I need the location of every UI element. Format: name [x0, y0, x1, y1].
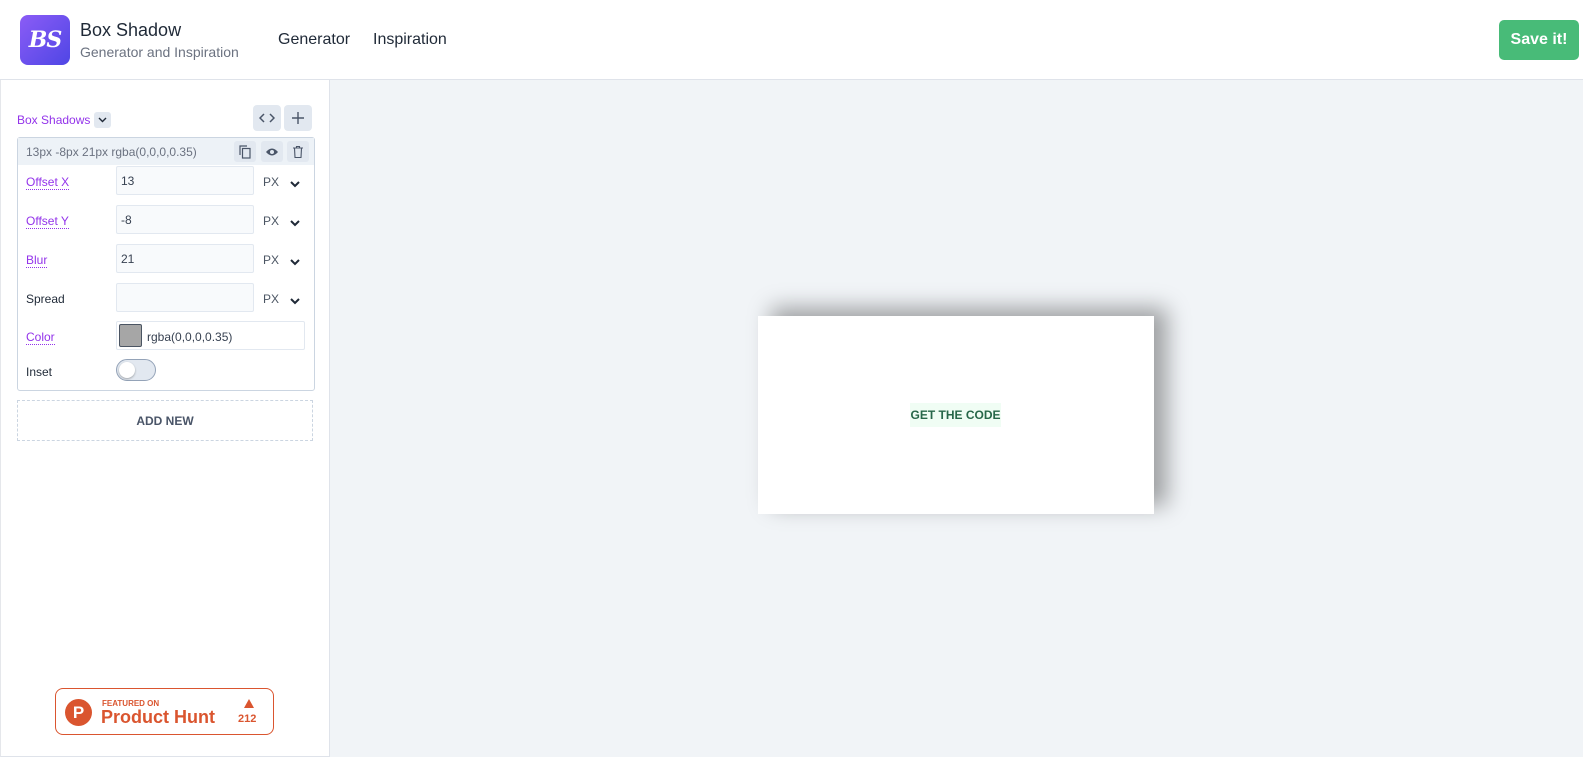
copy-icon[interactable] — [234, 141, 256, 162]
chevron-down-icon[interactable] — [94, 112, 112, 128]
chevron-down-icon[interactable] — [290, 214, 300, 232]
code-view-button[interactable] — [253, 105, 281, 131]
box-shadows-label: Box Shadows — [17, 113, 91, 127]
sidebar: Box Shadows 13px -8px 21px rgba(0,0,0,0.… — [0, 80, 330, 757]
spread-unit[interactable]: PX — [263, 292, 279, 306]
nav-inspiration[interactable]: Inspiration — [373, 31, 447, 49]
spread-label: Spread — [26, 292, 65, 306]
chevron-down-icon[interactable] — [290, 292, 300, 310]
offset-y-unit[interactable]: PX — [263, 214, 279, 228]
color-input[interactable]: rgba(0,0,0,0.35) — [116, 321, 305, 350]
save-button[interactable]: Save it! — [1499, 20, 1579, 60]
brand-title: Box Shadow — [80, 20, 182, 40]
shadow-summary: 13px -8px 21px rgba(0,0,0,0.35) — [26, 145, 197, 159]
offset-y-label: Offset Y — [26, 214, 69, 229]
preview-canvas: GET THE CODE — [330, 80, 1583, 757]
app-header: BS Box Shadow Generator and Inspiration … — [0, 0, 1583, 80]
product-hunt-badge[interactable]: P FEATURED ON Product Hunt 212 — [55, 688, 274, 735]
eye-icon[interactable] — [261, 141, 283, 162]
box-shadows-dropdown[interactable]: Box Shadows — [17, 112, 112, 128]
blur-unit[interactable]: PX — [263, 253, 279, 267]
color-value: rgba(0,0,0,0.35) — [147, 330, 233, 344]
blur-input[interactable]: 21 — [116, 244, 254, 273]
shadow-card: 13px -8px 21px rgba(0,0,0,0.35) Offset X… — [17, 137, 315, 391]
ph-upvote-count: 212 — [238, 713, 257, 725]
chevron-down-icon[interactable] — [290, 175, 300, 193]
color-swatch[interactable] — [119, 324, 142, 347]
offset-x-unit[interactable]: PX — [263, 175, 279, 189]
offset-x-label: Offset X — [26, 175, 70, 190]
shadow-card-header: 13px -8px 21px rgba(0,0,0,0.35) — [18, 138, 314, 165]
logo[interactable]: BS — [20, 15, 70, 65]
add-new-button[interactable]: ADD NEW — [17, 400, 313, 441]
inset-label: Inset — [26, 365, 53, 379]
trash-icon[interactable] — [287, 141, 309, 162]
add-shadow-button[interactable] — [284, 105, 312, 131]
chevron-down-icon[interactable] — [290, 253, 300, 271]
code-icon — [259, 113, 275, 123]
offset-y-input[interactable]: -8 — [116, 205, 254, 234]
plus-icon — [292, 112, 304, 124]
spread-input[interactable] — [116, 283, 254, 312]
brand-subtitle: Generator and Inspiration — [80, 44, 239, 60]
ph-name: Product Hunt — [101, 707, 215, 727]
toggle-knob — [119, 362, 135, 378]
nav-generator[interactable]: Generator — [278, 31, 350, 49]
upvote-icon — [244, 699, 254, 708]
get-code-button[interactable]: GET THE CODE — [910, 403, 1001, 427]
blur-label: Blur — [26, 253, 48, 268]
shadow-preview-box: GET THE CODE — [758, 316, 1154, 514]
offset-x-input[interactable]: 13 — [116, 166, 254, 195]
color-label: Color — [26, 330, 55, 345]
inset-toggle[interactable] — [116, 359, 156, 381]
product-hunt-icon: P — [65, 699, 92, 726]
